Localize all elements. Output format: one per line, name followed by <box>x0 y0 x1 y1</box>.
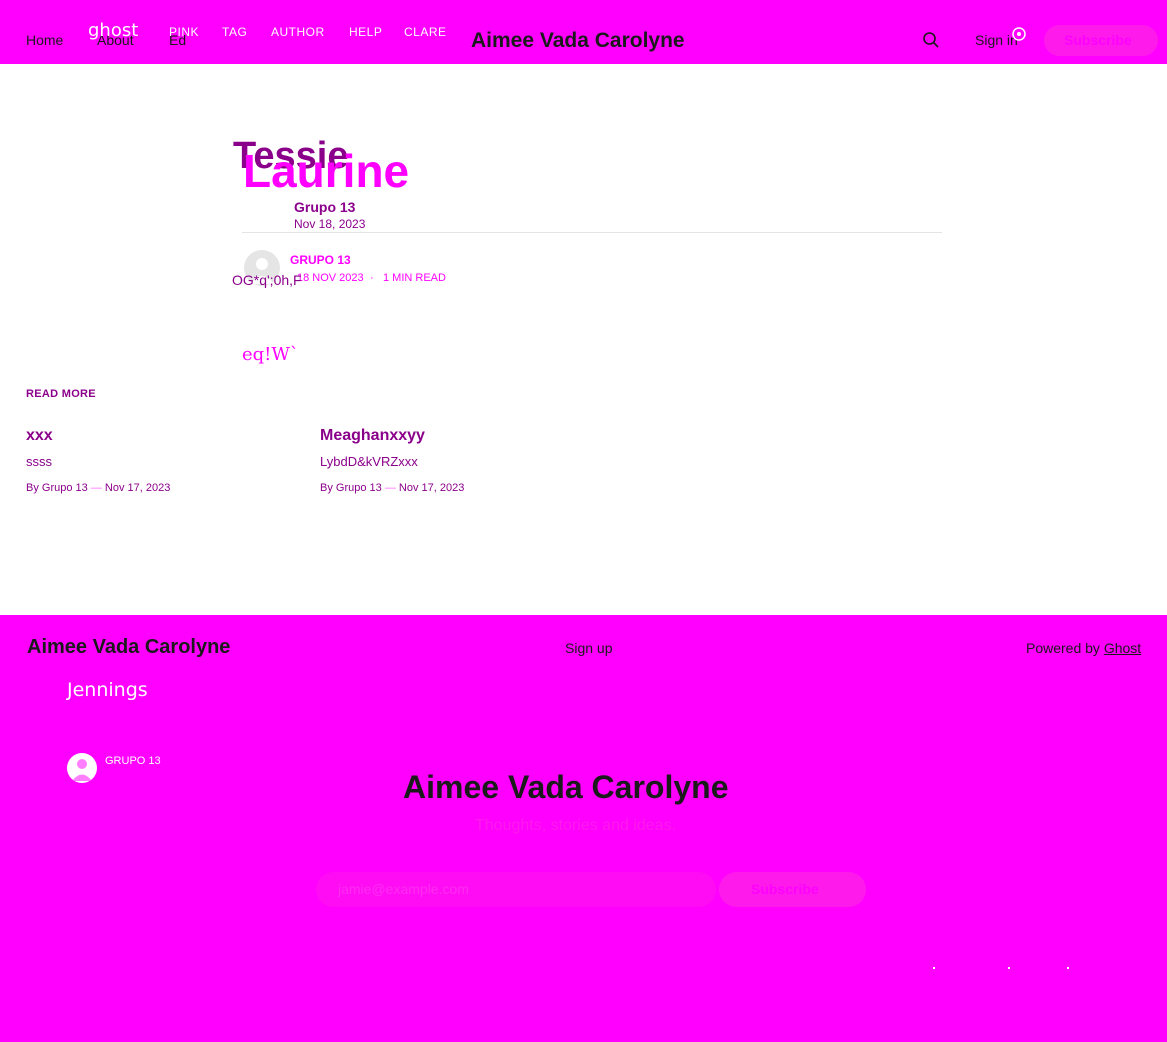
overlay-author[interactable]: GRUPO 13 <box>105 755 161 767</box>
powered-by: Powered by Ghost <box>1026 640 1141 656</box>
dot <box>933 967 935 969</box>
email-field[interactable]: jamie@example.com <box>316 872 716 907</box>
featured-date: Nov 18, 2023 <box>294 217 366 231</box>
site-title[interactable]: Aimee Vada Carolyne <box>471 29 685 53</box>
featured-excerpt: eq!W` <box>242 344 299 365</box>
post-author[interactable]: Grupo 13 <box>42 482 88 494</box>
overlay-title[interactable]: Laurine <box>243 146 409 196</box>
dot <box>1008 967 1010 969</box>
featured-author[interactable]: Grupo 13 <box>294 199 355 215</box>
post-by: By <box>26 482 39 494</box>
post-date: Nov 17, 2023 <box>104 482 171 494</box>
cta-subscribe-button[interactable]: Subscribe <box>719 872 866 907</box>
overlay-tag[interactable]: Jennings <box>67 679 148 701</box>
overlay-nav-author[interactable]: AUTHOR <box>271 25 325 39</box>
meta-author[interactable]: GRUPO 13 <box>290 253 351 267</box>
search-icon[interactable] <box>922 31 940 54</box>
post-meta: By Grupo 13 — Nov 17, 2023 <box>320 482 464 494</box>
post-title[interactable]: Meaghanxxyy <box>320 427 425 445</box>
dot <box>1067 967 1069 969</box>
read-more-link[interactable]: READ MORE <box>26 388 96 400</box>
overlay-nav-clare[interactable]: CLARE <box>404 25 447 39</box>
ghost-link[interactable]: Ghost <box>1104 640 1141 656</box>
subscribe-button[interactable]: Subscribe <box>1044 25 1158 56</box>
overlay-nav-pink[interactable]: PINK <box>169 25 199 39</box>
cta-subscribe-label: Subscribe <box>751 881 819 897</box>
subscribe-button-label: Subscribe <box>1064 32 1132 48</box>
post-date: Nov 17, 2023 <box>398 482 465 494</box>
post-by: By <box>320 482 333 494</box>
post-meta-separator: — <box>384 482 396 494</box>
meta-separator: · <box>370 272 374 284</box>
post-author[interactable]: Grupo 13 <box>336 482 382 494</box>
ghost-logo[interactable]: ghost <box>88 20 138 41</box>
site-header: Home About Ed ghost PINK TAG AUTHOR HELP… <box>0 0 1167 64</box>
post-title[interactable]: xxx <box>26 427 53 445</box>
site-footer: Aimee Vada Carolyne Sign up Powered by G… <box>0 615 1167 1042</box>
email-placeholder: jamie@example.com <box>338 881 469 897</box>
cta-title: Aimee Vada Carolyne <box>403 769 729 805</box>
garbled-text: OG*q';0h,F <box>232 272 302 288</box>
post-excerpt: ssss <box>26 454 52 469</box>
overlay-avatar[interactable] <box>67 753 97 783</box>
overlay-nav-tag[interactable]: TAG <box>222 25 247 39</box>
powered-by-label: Powered by <box>1026 640 1100 656</box>
post-excerpt: LybdD&kVRZxxx <box>320 454 418 469</box>
divider <box>242 232 942 233</box>
overlay-nav-help[interactable]: HELP <box>349 25 382 39</box>
cta-subtitle: Thoughts, stories and ideas. <box>475 817 677 834</box>
nav-home[interactable]: Home <box>26 32 63 48</box>
footer-site-title[interactable]: Aimee Vada Carolyne <box>27 636 230 659</box>
post-meta: By Grupo 13 — Nov 17, 2023 <box>26 482 170 494</box>
meta-read-time: 1 MIN READ <box>383 272 446 284</box>
footer-signup-link[interactable]: Sign up <box>565 640 612 656</box>
post-meta-separator: — <box>90 482 102 494</box>
meta-date: 18 NOV 2023 <box>297 272 364 284</box>
settings-icon[interactable] <box>1011 26 1027 47</box>
